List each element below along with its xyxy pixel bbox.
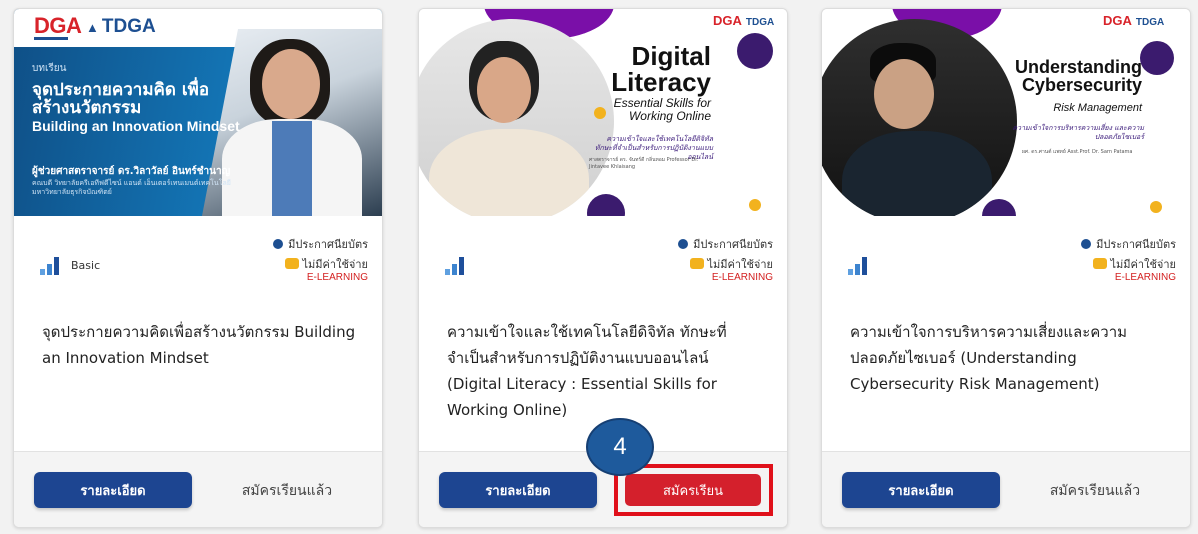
course-meta: Basic มีประกาศนียบัตร ไม่มีค่าใช้จ่าย E-… bbox=[14, 229, 382, 289]
course-level: Basic bbox=[71, 259, 101, 272]
banner-author: ศาสตราจารย์ ดร. จันทร์ดี กลิ่นหอม Profes… bbox=[589, 157, 699, 170]
banner-title-th: จุดประกายความคิด เพื่อสร้างนวัตกรรม bbox=[32, 80, 210, 118]
decor-dot bbox=[1140, 41, 1174, 75]
banner-title-en: Understanding Cybersecurity bbox=[1014, 57, 1142, 95]
instructor-face bbox=[477, 57, 531, 123]
certificate-badge: มีประกาศนียบัตร bbox=[678, 235, 773, 253]
instructor-body bbox=[429, 129, 589, 216]
coins-icon bbox=[284, 258, 299, 269]
instructor-face bbox=[874, 59, 934, 129]
level-bars-icon bbox=[848, 257, 870, 275]
coins-icon bbox=[1092, 258, 1107, 269]
enroll-button[interactable]: สมัครเรียน bbox=[625, 474, 761, 506]
course-card: DGA TDGA Understanding Cybersecurity Risk… bbox=[821, 8, 1191, 528]
banner-subtitle-en: Risk Management bbox=[1053, 102, 1142, 114]
certificate-icon bbox=[678, 239, 689, 249]
banner-title-en: Building an Innovation Mindset bbox=[32, 118, 240, 134]
card-footer: รายละเอียด สมัครเรียนแล้ว bbox=[14, 451, 382, 527]
banner-title-th: ความเข้าใจการบริหารความเสี่ยง และความปลอ… bbox=[1012, 124, 1144, 141]
banner-tag: บทเรียน bbox=[32, 63, 67, 74]
coins-icon bbox=[689, 258, 704, 269]
level-bars-icon bbox=[40, 257, 62, 275]
course-title[interactable]: จุดประกายความคิดเพื่อสร้างนวัตกรรม Build… bbox=[42, 319, 362, 371]
decor-dot bbox=[749, 199, 761, 211]
course-meta: มีประกาศนียบัตร ไม่มีค่าใช้จ่าย E-LEARNI… bbox=[419, 229, 787, 289]
fee-badge: ไม่มีค่าใช้จ่าย bbox=[284, 255, 368, 273]
course-banner[interactable]: DGA TDGA Digital Literacy Essential Skill… bbox=[419, 9, 787, 216]
course-grid: DGA TDGA บทเรียน จุดประกายความคิด เพื่อส… bbox=[0, 0, 1198, 534]
banner-author: ผู้ช่วยศาสตราจารย์ ดร.วิลาวัลย์ อินทร์ชำ… bbox=[32, 166, 231, 177]
certificate-icon bbox=[1081, 239, 1092, 249]
course-type: E-LEARNING bbox=[711, 272, 773, 283]
card-footer: รายละเอียด สมัครเรียนแล้ว bbox=[822, 451, 1190, 527]
dga-logo: DGA TDGA bbox=[1103, 13, 1165, 28]
highlight-box: สมัครเรียน bbox=[614, 464, 773, 516]
instructor-body bbox=[842, 131, 992, 216]
course-type: E-LEARNING bbox=[306, 272, 368, 283]
certificate-badge: มีประกาศนียบัตร bbox=[1081, 235, 1176, 253]
banner-subtitle-en: Essential Skills for Working Online bbox=[613, 96, 711, 123]
fee-badge: ไม่มีค่าใช้จ่าย bbox=[689, 255, 773, 273]
tdga-logo: TDGA bbox=[86, 16, 156, 38]
enrolled-status: สมัครเรียนแล้ว bbox=[1049, 483, 1141, 499]
dga-logo-underline bbox=[34, 37, 68, 40]
decor-dot bbox=[737, 33, 773, 69]
course-title[interactable]: ความเข้าใจการบริหารความเสี่ยงและความปลอด… bbox=[850, 319, 1170, 397]
certificate-badge: มีประกาศนียบัตร bbox=[273, 235, 368, 253]
course-card: DGA TDGA บทเรียน จุดประกายความคิด เพื่อส… bbox=[13, 8, 383, 528]
course-banner[interactable]: DGA TDGA บทเรียน จุดประกายความคิด เพื่อส… bbox=[14, 9, 382, 216]
course-banner[interactable]: DGA TDGA Understanding Cybersecurity Risk… bbox=[822, 9, 1190, 216]
decor-dot bbox=[1150, 201, 1162, 213]
instructor-shirt bbox=[272, 121, 312, 216]
decor-dot bbox=[587, 194, 625, 216]
certificate-icon bbox=[273, 239, 284, 249]
dga-logo: DGA bbox=[34, 13, 82, 38]
course-type: E-LEARNING bbox=[1114, 272, 1176, 283]
details-button[interactable]: รายละเอียด bbox=[842, 472, 1000, 508]
fee-badge: ไม่มีค่าใช้จ่าย bbox=[1092, 255, 1176, 273]
step-number-badge: 4 bbox=[586, 418, 654, 476]
details-button[interactable]: รายละเอียด bbox=[34, 472, 192, 508]
dga-logo: DGA TDGA bbox=[713, 13, 775, 28]
banner-author: ผศ. ดร.ศานต์ แพทย์ Asst.Prof. Dr. Sarn P… bbox=[1022, 149, 1133, 155]
level-bars-icon bbox=[445, 257, 467, 275]
course-title[interactable]: ความเข้าใจและใช้เทคโนโลยีดิจิทัล ทักษะที… bbox=[447, 319, 767, 423]
banner-title-en: Digital Literacy bbox=[611, 41, 711, 97]
instructor-face bbox=[262, 49, 320, 119]
instructor-photo bbox=[822, 19, 1017, 216]
course-meta: มีประกาศนียบัตร ไม่มีค่าใช้จ่าย E-LEARNI… bbox=[822, 229, 1190, 289]
details-button[interactable]: รายละเอียด bbox=[439, 472, 597, 508]
enrolled-status: สมัครเรียนแล้ว bbox=[241, 483, 333, 499]
banner-author-detail: คณบดี วิทยาลัยครีเอทีฟดีไซน์ แอนด์ เอ็นเ… bbox=[32, 179, 231, 196]
